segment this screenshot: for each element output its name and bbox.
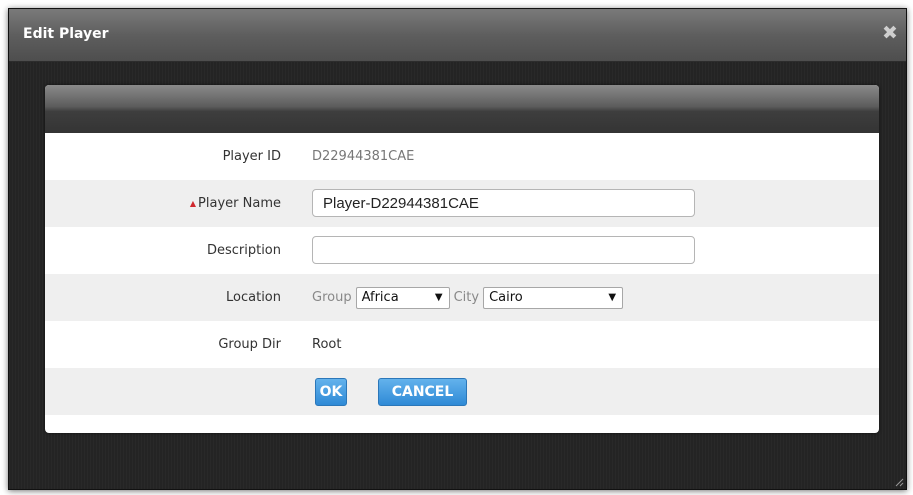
city-label: City — [453, 290, 480, 305]
player-id-label-text: Player ID — [222, 149, 281, 164]
description-row: Description — [45, 227, 879, 274]
form-panel: Player ID D22944381CAE ▲ Player Name Des… — [45, 85, 879, 433]
location-controls: Group Africa ▼ City Cairo ▼ — [312, 274, 627, 321]
dialog-body: Player ID D22944381CAE ▲ Player Name Des… — [9, 62, 906, 489]
button-row: OK CANCEL — [45, 368, 879, 415]
resize-grip-icon[interactable] — [894, 477, 904, 487]
player-name-label-text: Player Name — [198, 196, 281, 211]
location-label: Location — [45, 274, 281, 321]
city-select[interactable]: Cairo ▼ — [483, 286, 624, 309]
location-row: Location Group Africa ▼ City Cairo ▼ — [45, 274, 879, 321]
city-select-value: Cairo — [489, 290, 523, 305]
group-select-value: Africa — [361, 290, 399, 305]
group-label: Group — [312, 290, 352, 305]
close-icon[interactable]: ✖ — [880, 23, 900, 43]
ok-button[interactable]: OK — [315, 378, 347, 406]
edit-player-dialog: Edit Player ✖ Player ID D22944381CAE ▲ P… — [8, 8, 907, 490]
player-id-row: Player ID D22944381CAE — [45, 133, 879, 180]
player-name-input[interactable] — [312, 189, 695, 217]
group-select[interactable]: Africa ▼ — [355, 286, 450, 309]
player-id-label: Player ID — [45, 133, 281, 180]
chevron-down-icon: ▼ — [608, 292, 617, 303]
form-panel-header — [45, 85, 879, 133]
group-dir-value: Root — [312, 337, 342, 352]
cancel-button[interactable]: CANCEL — [378, 378, 467, 406]
player-id-value: D22944381CAE — [312, 149, 415, 164]
dialog-title: Edit Player — [23, 26, 109, 42]
chevron-down-icon: ▼ — [434, 292, 443, 303]
description-input[interactable] — [312, 236, 695, 264]
required-marker-icon: ▲ — [189, 199, 197, 208]
player-name-label: ▲ Player Name — [45, 180, 281, 227]
group-dir-row: Group Dir Root — [45, 321, 879, 368]
description-label-text: Description — [206, 243, 281, 258]
player-name-row: ▲ Player Name — [45, 180, 879, 227]
group-dir-label-text: Group Dir — [218, 337, 281, 352]
group-dir-label: Group Dir — [45, 321, 281, 368]
dialog-titlebar[interactable]: Edit Player ✖ — [9, 9, 906, 62]
description-label: Description — [45, 227, 281, 274]
location-label-text: Location — [226, 290, 281, 305]
